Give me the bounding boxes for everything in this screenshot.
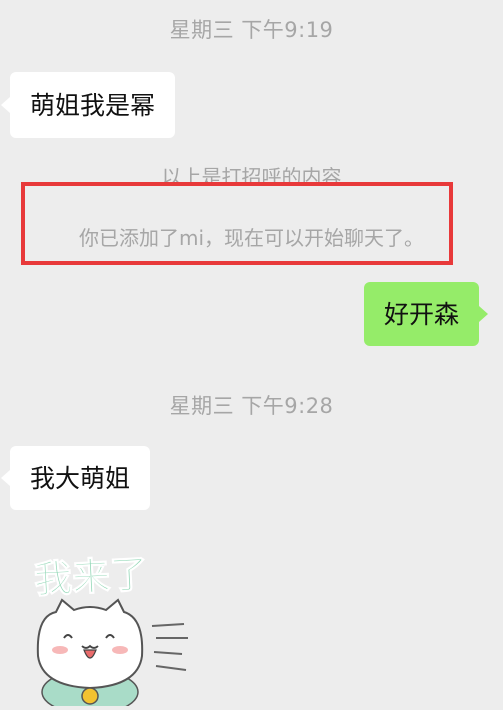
sticker-message[interactable]: 我来了 xyxy=(26,546,206,710)
sticker-lettering: 我来了 xyxy=(33,552,149,602)
timestamp-2: 星期三 下午9:28 xyxy=(169,394,334,418)
timestamp-1: 星期三 下午9:19 xyxy=(169,18,334,42)
outgoing-message-bubble[interactable]: 好开森 xyxy=(364,282,489,346)
incoming-message-bubble[interactable]: 萌姐我是幂 xyxy=(0,72,176,138)
cat-sticker-icon: 我来了 xyxy=(32,551,188,710)
incoming-message-bubble[interactable]: 我大萌姐 xyxy=(0,446,151,510)
system-hint-text: 以上是打招呼的内容 xyxy=(161,165,342,183)
red-highlight-box xyxy=(21,182,453,265)
